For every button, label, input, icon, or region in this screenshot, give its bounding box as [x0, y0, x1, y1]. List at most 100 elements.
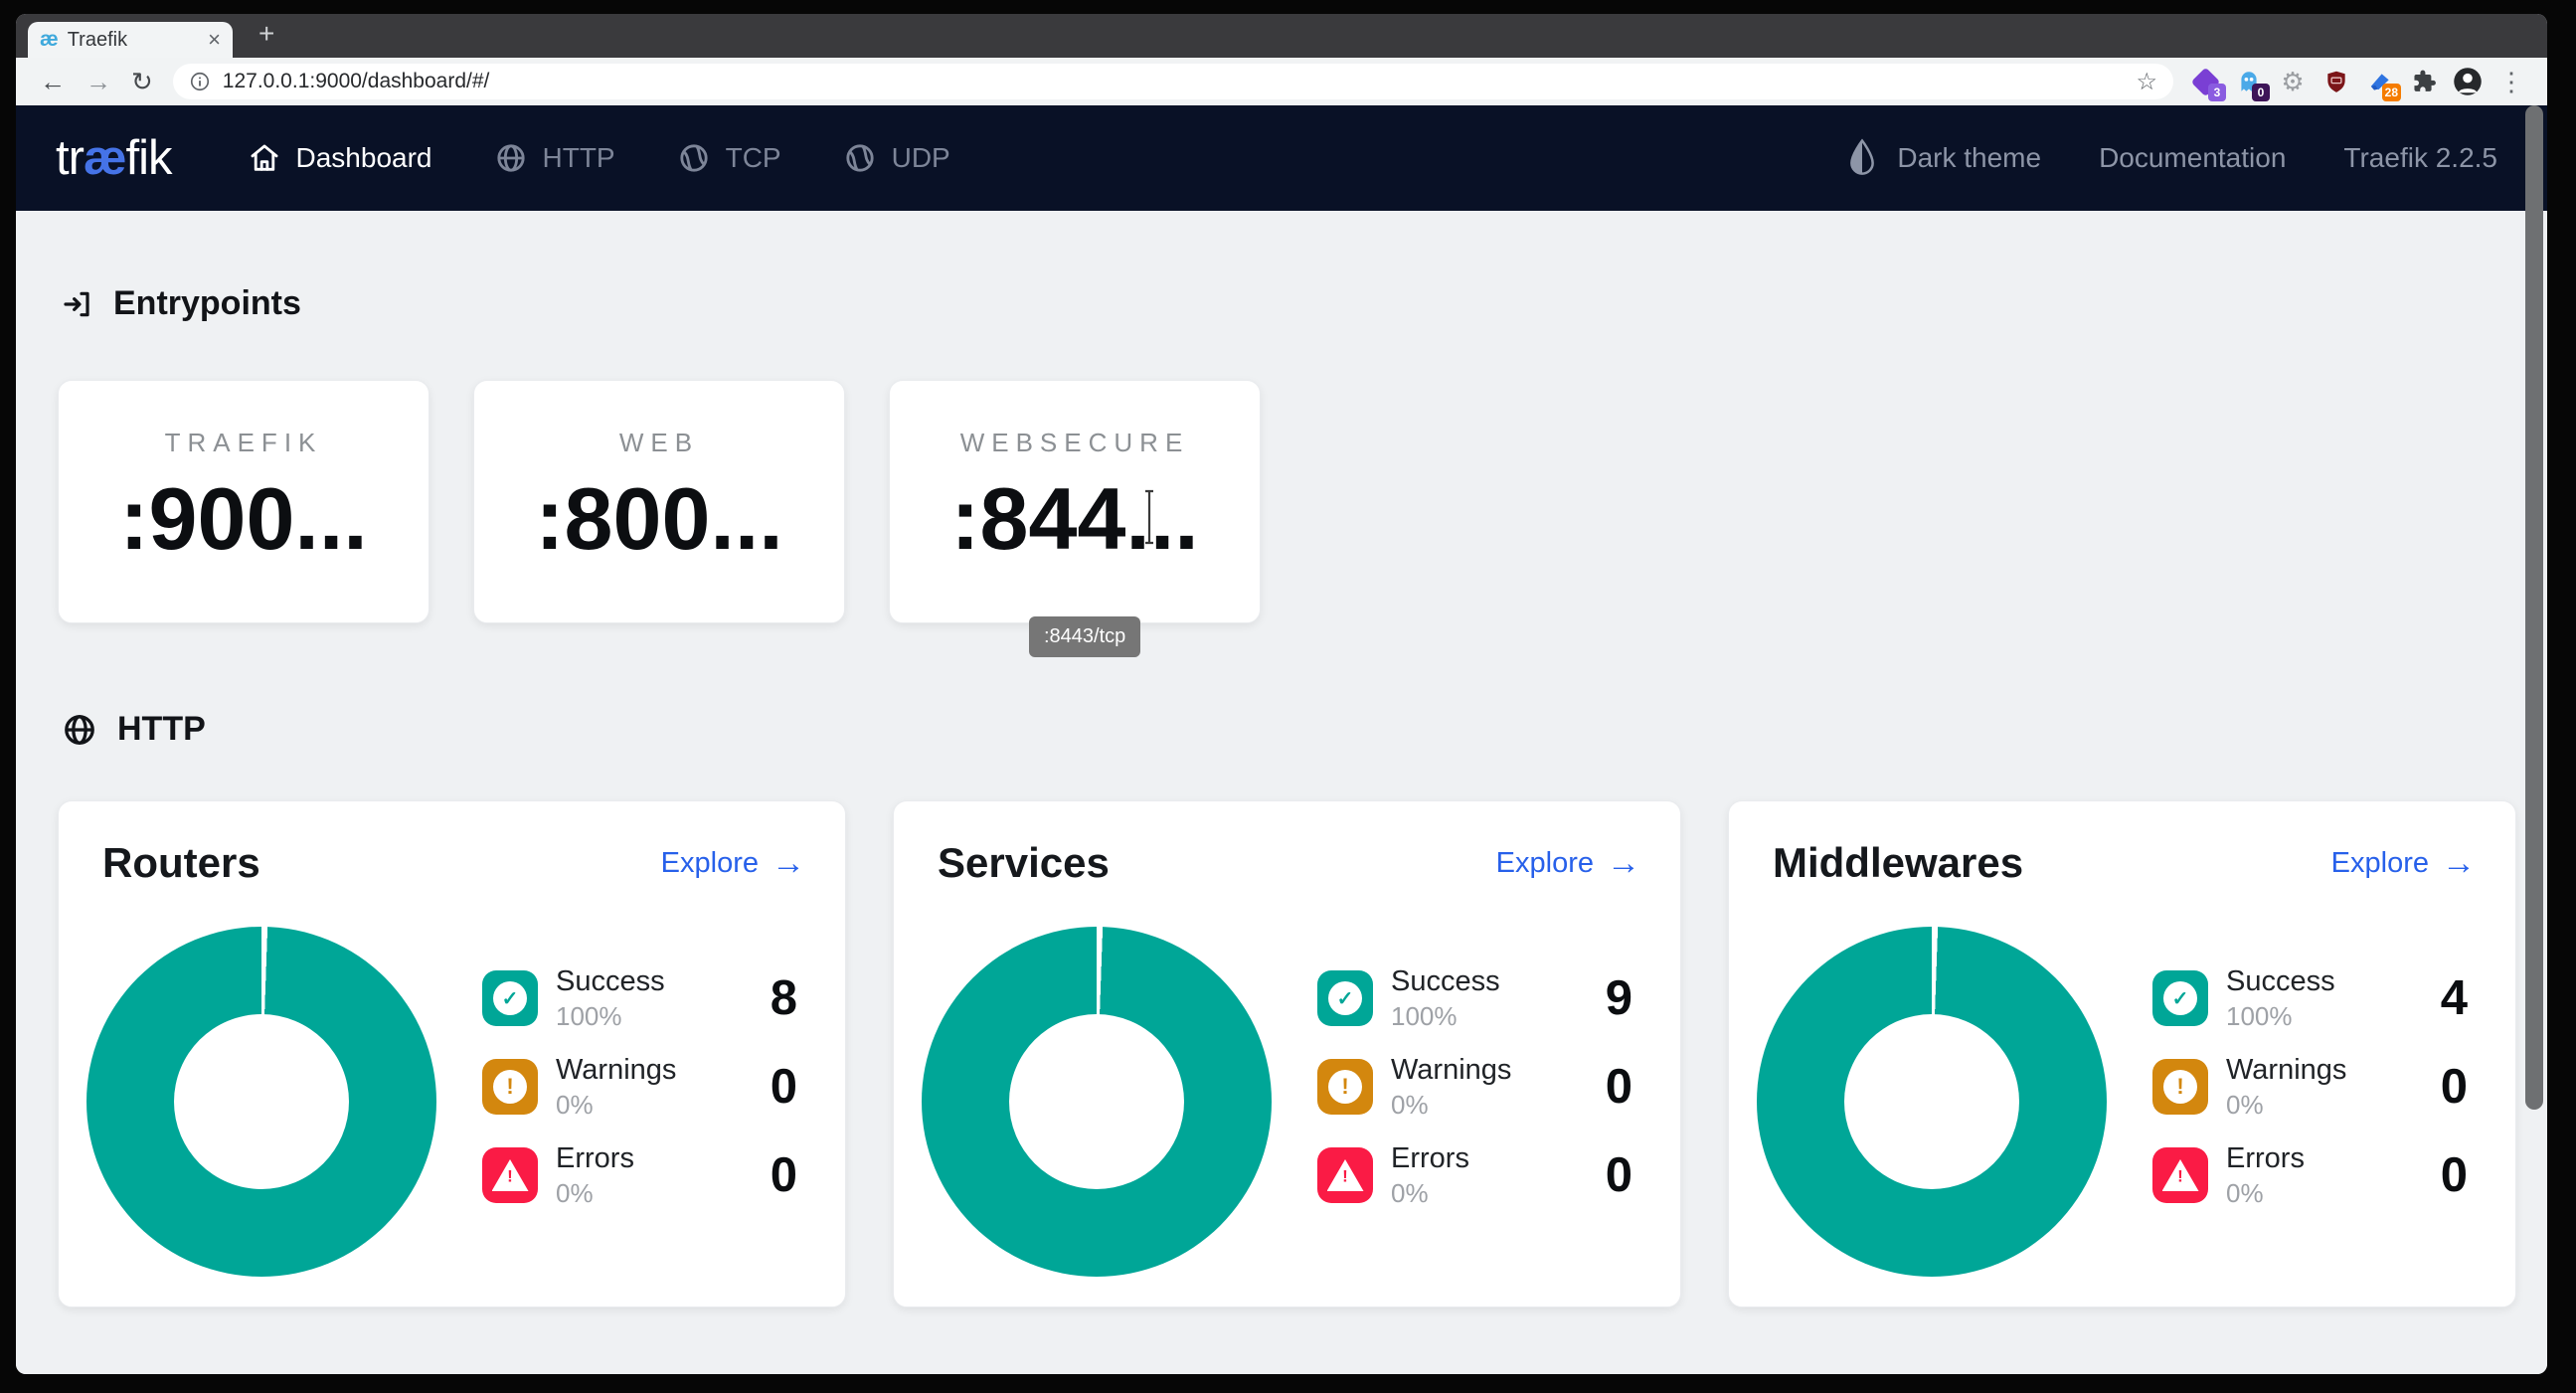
stat-value: 0	[2441, 1059, 2476, 1115]
check-glyph: ✓	[2172, 986, 2189, 1011]
bookmark-star-icon[interactable]: ☆	[2136, 68, 2157, 96]
card-title: Routers	[102, 839, 260, 887]
stat-value: 9	[1606, 970, 1640, 1026]
home-icon	[248, 141, 281, 175]
stat-percent: 0%	[2226, 1090, 2346, 1121]
address-bar[interactable]: 127.0.0.1:9000/dashboard/#/ ☆	[173, 64, 2173, 99]
card-header: Routers Explore →	[102, 839, 805, 887]
extension-badge: 3	[2208, 84, 2226, 101]
reload-button[interactable]: ↻	[131, 69, 153, 94]
forward-button[interactable]: →	[86, 69, 111, 94]
card-body: ✓ Success 100% 8 !	[102, 913, 805, 1277]
services-card: Services Explore → ✓ Suc	[893, 800, 1681, 1307]
traefik-navbar: træfik Dashboard HTTP TCP UDP	[16, 105, 2547, 211]
entrypoint-port: :800...	[474, 468, 844, 570]
site-info-icon[interactable]	[189, 71, 211, 92]
profile-avatar[interactable]	[2450, 64, 2486, 99]
explore-label: Explore	[1496, 847, 1594, 880]
errors-row: ! Errors 0% 0	[2152, 1137, 2476, 1213]
more-glyph: ⋮	[2498, 67, 2524, 97]
extensions-puzzle-icon[interactable]	[2406, 64, 2442, 99]
success-row: ✓ Success 100% 8	[482, 960, 805, 1036]
extension-gear-icon[interactable]: ⚙	[2275, 64, 2311, 99]
stat-percent: 0%	[2226, 1178, 2305, 1209]
services-donut-chart	[922, 927, 1272, 1277]
error-icon: !	[1317, 1147, 1373, 1203]
stat-percent: 0%	[556, 1090, 676, 1121]
nav-item-http[interactable]: HTTP	[494, 141, 615, 175]
errors-row: ! Errors 0% 0	[1317, 1137, 1640, 1213]
stat-percent: 0%	[1391, 1090, 1511, 1121]
stat-label: Warnings	[556, 1054, 676, 1087]
entrypoint-card-websecure: WEBSECURE :844...	[889, 380, 1261, 623]
exclaim-glyph: !	[1342, 1167, 1348, 1187]
stat-percent: 100%	[2226, 1001, 2335, 1032]
entrypoint-cards: TRAEFIK :900... WEB :800... WEBSECURE :8…	[58, 380, 1261, 623]
stat-percent: 100%	[556, 1001, 665, 1032]
extension-badge: 0	[2252, 84, 2270, 101]
stat-value: 8	[771, 970, 805, 1026]
browser-toolbar: ← → ↻ 127.0.0.1:9000/dashboard/#/ ☆ 3 0 …	[16, 58, 2547, 105]
stat-label: Errors	[2226, 1142, 2305, 1175]
success-icon: ✓	[2152, 970, 2208, 1026]
back-button[interactable]: ←	[40, 69, 66, 94]
nav-item-label: TCP	[726, 142, 781, 174]
extension-diamond-icon[interactable]: 3	[2187, 64, 2223, 99]
stat-label: Success	[2226, 965, 2335, 998]
extension-horn-icon[interactable]: 28	[2362, 64, 2398, 99]
url-text[interactable]: 127.0.0.1:9000/dashboard/#/	[223, 70, 490, 93]
page-scrollbar-thumb[interactable]	[2525, 105, 2543, 1110]
browser-window: æ Traefik × + ← → ↻ 127.0.0.1:9000/dashb…	[16, 14, 2547, 1374]
entrypoint-card-traefik: TRAEFIK :900...	[58, 380, 429, 623]
extension-shield-icon[interactable]	[2318, 64, 2354, 99]
card-body: ✓ Success 100% 4 !	[1773, 913, 2476, 1277]
success-row: ✓ Success 100% 4	[2152, 960, 2476, 1036]
stat-label: Warnings	[1391, 1054, 1511, 1087]
extension-badge: 28	[2382, 84, 2401, 101]
new-tab-button[interactable]: +	[258, 18, 274, 50]
nav-item-tcp[interactable]: TCP	[677, 141, 781, 175]
tcp-icon	[677, 141, 711, 175]
nav-item-dashboard[interactable]: Dashboard	[248, 141, 432, 175]
browser-tab[interactable]: æ Traefik ×	[28, 22, 233, 58]
arrow-right-icon: →	[772, 846, 805, 880]
stat-value: 0	[1606, 1147, 1640, 1203]
card-header: Middlewares Explore →	[1773, 839, 2476, 887]
middlewares-card: Middlewares Explore → ✓	[1728, 800, 2516, 1307]
explore-middlewares-link[interactable]: Explore →	[2331, 846, 2476, 880]
stat-label: Errors	[1391, 1142, 1469, 1175]
browser-menu-icon[interactable]: ⋮	[2493, 64, 2529, 99]
warning-icon: !	[2152, 1059, 2208, 1115]
globe-icon	[494, 141, 528, 175]
stat-value: 4	[2441, 970, 2476, 1026]
check-glyph: ✓	[502, 986, 519, 1011]
extension-ghost-icon[interactable]: 0	[2231, 64, 2267, 99]
traefik-logo[interactable]: træfik	[56, 130, 172, 186]
tab-title: Traefik	[68, 29, 208, 52]
exclaim-glyph: !	[507, 1167, 513, 1187]
success-row: ✓ Success 100% 9	[1317, 960, 1640, 1036]
exclaim-glyph: !	[1341, 1074, 1348, 1100]
success-icon: ✓	[1317, 970, 1373, 1026]
card-title: Middlewares	[1773, 839, 2023, 887]
entrypoint-name: TRAEFIK	[59, 428, 429, 458]
dark-theme-label: Dark theme	[1897, 142, 2041, 174]
error-icon: !	[2152, 1147, 2208, 1203]
warnings-row: ! Warnings 0% 0	[482, 1049, 805, 1125]
nav-item-label: HTTP	[543, 142, 615, 174]
dashboard-content: Entrypoints TRAEFIK :900... WEB :800... …	[16, 211, 2547, 1374]
explore-routers-link[interactable]: Explore →	[661, 846, 805, 880]
nav-item-udp[interactable]: UDP	[843, 141, 950, 175]
warnings-row: ! Warnings 0% 0	[1317, 1049, 1640, 1125]
explore-label: Explore	[661, 847, 759, 880]
tab-close-icon[interactable]: ×	[208, 29, 221, 51]
navbar-right: Dark theme Documentation Traefik 2.2.5	[1847, 137, 2497, 179]
nav-item-label: UDP	[892, 142, 950, 174]
traefik-favicon-icon: æ	[40, 28, 59, 52]
http-heading: HTTP	[62, 710, 206, 749]
exclaim-glyph: !	[506, 1074, 513, 1100]
documentation-link[interactable]: Documentation	[2099, 142, 2286, 174]
explore-services-link[interactable]: Explore →	[1496, 846, 1640, 880]
stat-value: 0	[2441, 1147, 2476, 1203]
dark-theme-toggle[interactable]: Dark theme	[1847, 137, 2041, 179]
